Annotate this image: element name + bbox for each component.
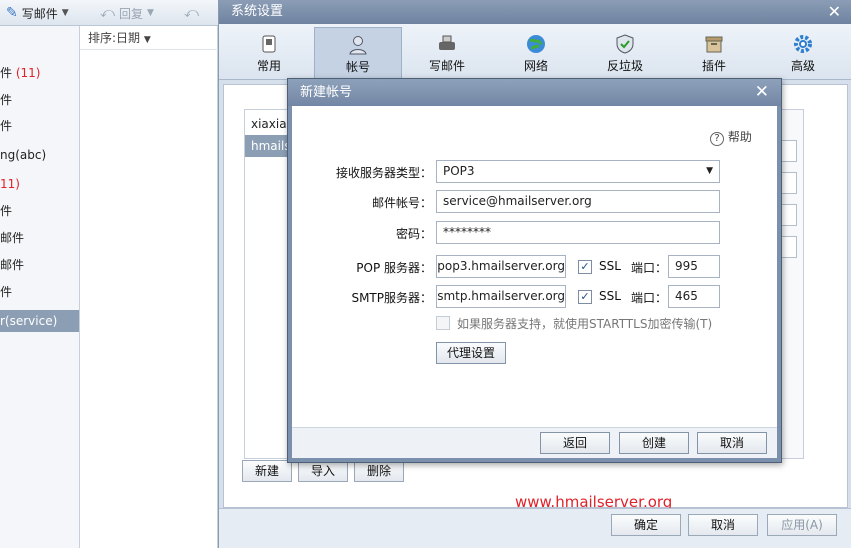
email-field[interactable]: service@hmailserver.org: [436, 190, 720, 213]
ok-button[interactable]: 确定: [611, 514, 681, 536]
pop-ssl-label: SSL: [599, 259, 621, 273]
account-item-selected[interactable]: hmails: [245, 135, 293, 157]
phone-icon: [262, 35, 276, 53]
message-list: 排序:日期 ▼: [80, 26, 218, 548]
pop-port-field[interactable]: 995: [668, 255, 720, 278]
folder-item[interactable]: 件: [0, 115, 79, 137]
tab-advanced[interactable]: 高级: [759, 27, 847, 79]
tab-compose[interactable]: 写邮件: [403, 27, 491, 79]
folder-item-selected[interactable]: r(service): [0, 310, 79, 332]
pop-server-field[interactable]: pop3.hmailserver.org: [436, 255, 566, 278]
dialog-body: ? 帮助 接收服务器类型： POP3 ▼ 邮件帐号： service@hmails…: [292, 106, 777, 427]
printer-icon: [439, 35, 455, 50]
email-label: 邮件帐号：: [371, 196, 432, 210]
settings-title-bar: 系统设置: [219, 0, 851, 24]
reply-all-button[interactable]: ⤺: [184, 3, 199, 23]
dialog-title: 新建帐号: [300, 85, 353, 100]
help-label: 帮助: [727, 130, 752, 144]
close-icon[interactable]: ✕: [828, 2, 841, 21]
folder-item[interactable]: ng(abc): [0, 144, 79, 166]
chevron-down-icon: ▼: [146, 8, 154, 18]
server-type-value: POP3: [443, 164, 475, 178]
smtp-ssl-checkbox[interactable]: ✓: [578, 290, 592, 304]
dialog-footer: 返回 创建 取消: [292, 427, 777, 458]
tab-label: 写邮件: [428, 59, 465, 73]
smtp-port-field[interactable]: 465: [668, 285, 720, 308]
folder-item[interactable]: 邮件: [0, 254, 79, 276]
help-link[interactable]: ? 帮助: [710, 128, 752, 146]
folder-item[interactable]: 件: [0, 281, 79, 303]
password-label: 密码：: [395, 227, 432, 241]
new-account-dialog: 新建帐号 ✕ ? 帮助 接收服务器类型： POP3 ▼ 邮件帐号： service…: [287, 78, 782, 463]
password-field[interactable]: ********: [436, 221, 720, 244]
sort-label: 排序:日期: [88, 31, 141, 45]
import-button[interactable]: 导入: [298, 460, 348, 482]
gear-icon: [794, 35, 812, 53]
shield-icon: [616, 34, 634, 54]
help-icon: ?: [710, 132, 724, 146]
pop-port-label: 端口：: [631, 261, 668, 275]
globe-icon: [527, 35, 545, 53]
folder-item[interactable]: 件 (11): [0, 62, 79, 84]
tab-general[interactable]: 常用: [225, 27, 313, 79]
chevron-down-icon: ▼: [61, 8, 69, 18]
pop-server-label: POP 服务器：: [356, 261, 432, 275]
reply-icon: ⤺: [100, 5, 115, 21]
back-button[interactable]: 返回: [540, 432, 610, 454]
user-icon: [349, 36, 367, 55]
new-account-button[interactable]: 新建: [242, 460, 292, 482]
folder-item[interactable]: 邮件: [0, 227, 79, 249]
create-button[interactable]: 创建: [619, 432, 689, 454]
tab-account[interactable]: 帐号: [314, 27, 402, 79]
tab-antispam[interactable]: 反垃圾: [581, 27, 669, 79]
tab-label: 帐号: [345, 60, 370, 74]
tab-label: 反垃圾: [606, 59, 643, 73]
pop-ssl-checkbox[interactable]: ✓: [578, 260, 592, 274]
tab-label: 插件: [701, 59, 726, 73]
dialog-title-bar: 新建帐号: [288, 79, 781, 106]
chevron-down-icon: ▼: [143, 35, 151, 45]
proxy-settings-button[interactable]: 代理设置: [436, 342, 506, 364]
starttls-checkbox[interactable]: [436, 316, 450, 330]
folder-item[interactable]: 11): [0, 173, 79, 195]
delete-button[interactable]: 删除: [354, 460, 404, 482]
compose-button[interactable]: ✎ 写邮件 ▼: [6, 3, 69, 23]
box-icon: [705, 36, 723, 53]
tab-network[interactable]: 网络: [492, 27, 580, 79]
feather-icon: ✎: [6, 5, 18, 21]
settings-title: 系统设置: [231, 4, 284, 19]
tab-label: 网络: [523, 59, 548, 73]
tab-plugins[interactable]: 插件: [670, 27, 758, 79]
chevron-down-icon: ▼: [706, 166, 713, 176]
smtp-server-label: SMTP服务器：: [351, 291, 432, 305]
folder-item[interactable]: 件: [0, 200, 79, 222]
tab-label: 常用: [256, 59, 281, 73]
server-type-label: 接收服务器类型：: [335, 166, 432, 180]
settings-button-bar: 确定 取消 应用(A): [219, 508, 851, 548]
folder-item[interactable]: 件: [0, 89, 79, 111]
folder-pane: 件 (11) 件 件 ng(abc) 11) 件 邮件 邮件 件 r(servi…: [0, 26, 80, 548]
tab-label: 高级: [790, 59, 815, 73]
sort-dropdown[interactable]: 排序:日期 ▼: [80, 26, 218, 50]
smtp-ssl-label: SSL: [599, 289, 621, 303]
apply-button[interactable]: 应用(A): [767, 514, 837, 536]
server-type-select[interactable]: POP3 ▼: [436, 160, 720, 183]
smtp-server-field[interactable]: smtp.hmailserver.org: [436, 285, 566, 308]
cancel-button[interactable]: 取消: [688, 514, 758, 536]
close-icon[interactable]: ✕: [755, 82, 769, 102]
cancel-button[interactable]: 取消: [697, 432, 767, 454]
settings-tabs: 常用 帐号 写邮件 网络 反垃圾 插件 高级: [219, 24, 851, 80]
starttls-label: 如果服务器支持，就使用STARTTLS加密传输(T): [457, 317, 713, 331]
compose-label: 写邮件: [21, 6, 58, 21]
account-item[interactable]: xiaxian: [245, 113, 293, 135]
reply-label: 回复: [118, 6, 143, 21]
smtp-port-label: 端口：: [631, 291, 668, 305]
reply-button[interactable]: ⤺ 回复 ▼: [100, 3, 154, 23]
reply-all-icon: ⤺: [184, 5, 199, 21]
